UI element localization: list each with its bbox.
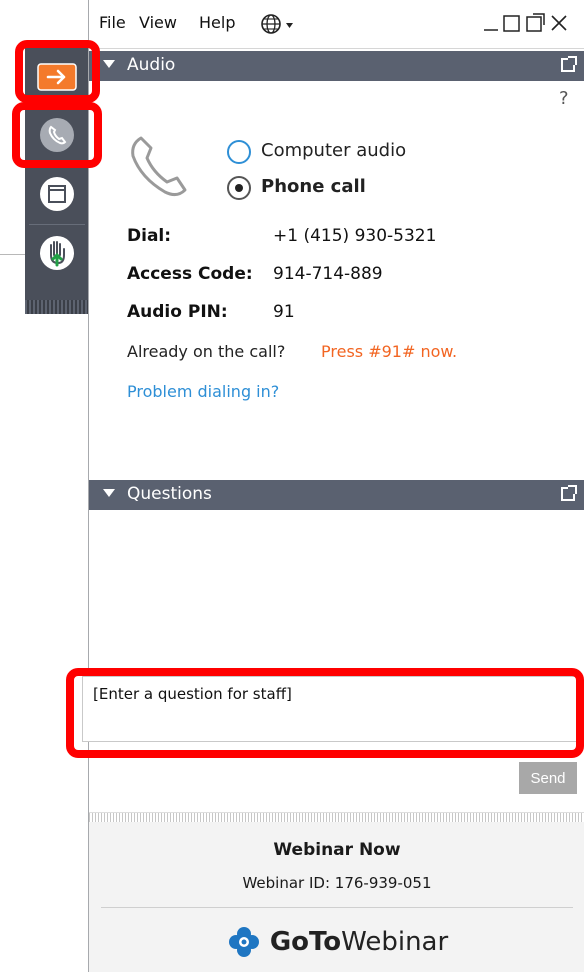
language-menu[interactable]: [259, 12, 297, 40]
chevron-down-icon: [286, 23, 293, 28]
menu-file[interactable]: File: [99, 13, 126, 32]
audio-pin-label: Audio PIN:: [127, 302, 228, 322]
collapse-triangle-icon: [103, 60, 115, 68]
maximize-icon[interactable]: [502, 10, 522, 39]
logo-regular-text: Webinar: [341, 927, 449, 957]
highlight-question-input: [66, 668, 584, 758]
menu-view[interactable]: View: [139, 13, 177, 32]
popout-icon[interactable]: [561, 485, 577, 501]
questions-log: [89, 510, 584, 676]
webinar-footer: Webinar Now Webinar ID: 176-939-051 GoTo…: [89, 822, 584, 972]
audio-pin-value: 91: [273, 302, 295, 322]
footer-divider: [101, 907, 573, 908]
phone-handset-icon: [131, 136, 187, 197]
computer-audio-radio[interactable]: [227, 140, 251, 164]
access-code-label: Access Code:: [127, 264, 253, 284]
problem-dialing-link[interactable]: Problem dialing in?: [127, 382, 279, 401]
highlight-audio-button: [12, 102, 102, 168]
globe-icon: [261, 14, 293, 34]
webinar-id: Webinar ID: 176-939-051: [242, 874, 432, 892]
audio-header[interactable]: Audio: [89, 51, 584, 81]
dial-label: Dial:: [127, 226, 172, 246]
control-panel: File View Help Audio ? Computer audio Ph…: [82, 0, 584, 972]
send-button[interactable]: Send: [519, 762, 577, 794]
gotowebinar-logo-icon: [228, 927, 259, 957]
raise-hand-icon: [40, 236, 74, 270]
dock-hand-button[interactable]: [25, 224, 89, 282]
collapse-triangle-icon: [103, 489, 115, 497]
window-icon: [40, 177, 74, 211]
help-icon[interactable]: ?: [559, 88, 569, 109]
minimize-icon[interactable]: [482, 10, 500, 39]
left-divider: [0, 254, 25, 255]
audio-title: Audio: [127, 55, 176, 75]
press-code-text: Press #91# now.: [321, 342, 458, 361]
phone-call-radio[interactable]: [227, 176, 251, 200]
already-on-call-text: Already on the call?: [127, 342, 286, 361]
webinar-title: Webinar Now: [273, 840, 401, 860]
dial-number: +1 (415) 930-5321: [273, 226, 437, 246]
computer-audio-label[interactable]: Computer audio: [261, 140, 406, 161]
questions-title: Questions: [127, 484, 212, 504]
logo-bold-text: GoTo: [269, 927, 342, 957]
dock-window-button[interactable]: [25, 165, 89, 223]
popout-icon[interactable]: [561, 56, 577, 72]
questions-header[interactable]: Questions: [89, 480, 584, 510]
highlight-arrow-button: [15, 40, 100, 103]
menu-help[interactable]: Help: [199, 13, 235, 32]
phone-call-label[interactable]: Phone call: [261, 176, 366, 197]
close-icon[interactable]: [549, 10, 569, 39]
access-code-value: 914-714-889: [273, 264, 383, 284]
popout-icon[interactable]: [525, 10, 545, 39]
gotowebinar-logo: GoToWebinar: [89, 924, 584, 960]
menu-bar: File View Help: [89, 0, 584, 49]
